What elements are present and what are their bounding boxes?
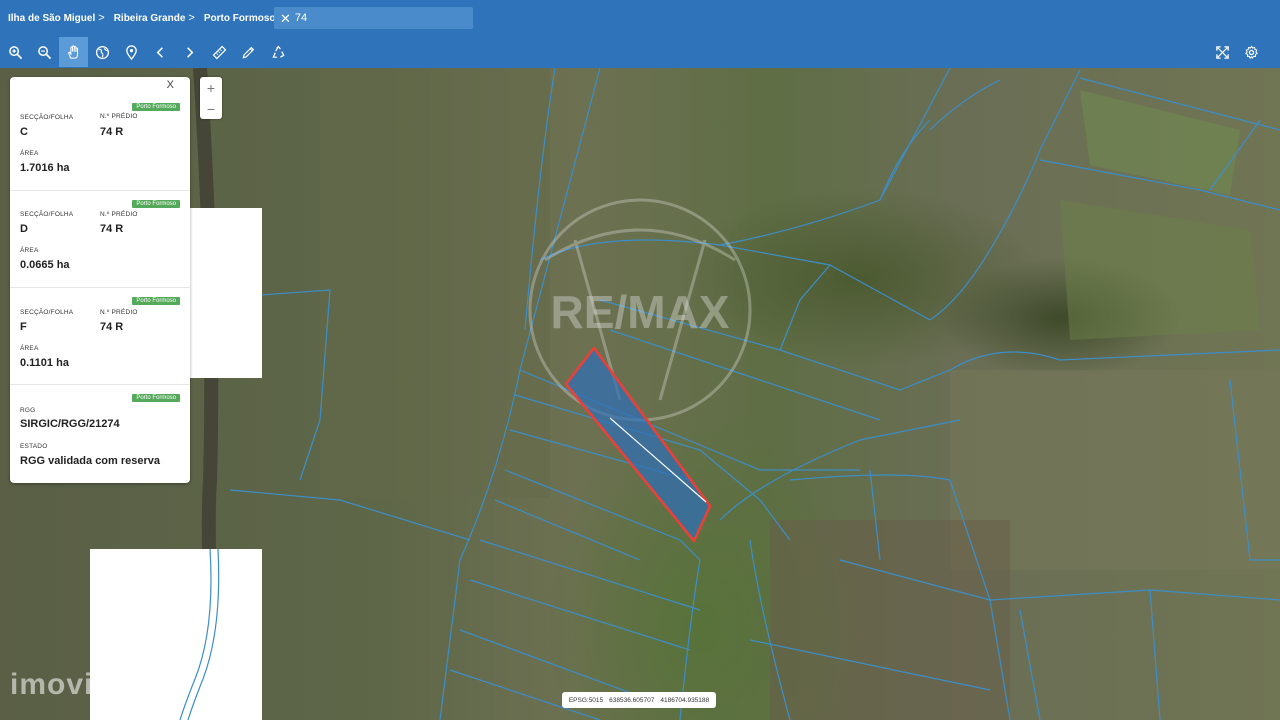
search-value: 74 — [294, 12, 308, 24]
location-pin-icon — [126, 44, 137, 60]
fullscreen-button[interactable] — [1208, 37, 1237, 67]
clear-search-icon[interactable]: ✕ — [280, 12, 291, 25]
zoom-out-icon — [38, 45, 52, 59]
map-zoom-in-button[interactable]: + — [200, 77, 222, 98]
section-label: SECÇÃO/FOLHA — [20, 309, 74, 316]
section-label: SECÇÃO/FOLHA — [20, 114, 74, 121]
epsg-code: EPSG:5015 — [568, 696, 604, 704]
predio-value: 74 R — [100, 126, 124, 138]
map-zoom-out-button[interactable]: − — [200, 98, 222, 119]
overview-map-panel — [90, 549, 262, 720]
breadcrumb: Ilha de São Miguel > Ribeira Grande > Po… — [8, 9, 294, 27]
chevron-right-icon — [187, 46, 194, 58]
remax-watermark-text: RE/MAX — [551, 286, 730, 338]
chevron-left-icon — [156, 46, 163, 58]
breadcrumb-separator: > — [188, 12, 195, 24]
section-value: C — [20, 126, 28, 138]
gear-icon — [1245, 44, 1258, 59]
selected-parcel — [564, 346, 712, 543]
area-value: 0.1101 ha — [20, 357, 69, 369]
area-value: 1.7016 ha — [20, 162, 70, 174]
zoom-in-button[interactable] — [1, 37, 30, 67]
previous-extent-button[interactable] — [146, 37, 175, 67]
location-tag: Porto Formoso — [132, 103, 180, 111]
rgg-label: RGG — [20, 407, 36, 414]
predio-label: N.º PRÉDIO — [100, 113, 138, 120]
area-label: ÁREA — [20, 150, 39, 157]
map-toolbar — [0, 37, 1280, 67]
area-label: ÁREA — [20, 247, 39, 254]
draw-button[interactable] — [234, 37, 263, 67]
estado-label: ESTADO — [20, 443, 48, 450]
zoom-control: + − — [200, 77, 222, 119]
recycle-icon — [272, 44, 285, 58]
coordinate-y: 4186704.935188 — [660, 696, 710, 704]
predio-label: N.º PRÉDIO — [100, 309, 138, 316]
section-label: SECÇÃO/FOLHA — [20, 211, 74, 218]
parcel-info-panel: X Porto Formoso SECÇÃO/FOLHA N.º PRÉDIO … — [10, 77, 190, 483]
location-tag: Porto Formoso — [132, 394, 180, 402]
parcel-card[interactable]: Porto Formoso SECÇÃO/FOLHA N.º PRÉDIO F … — [10, 288, 190, 385]
breadcrumb-island[interactable]: Ilha de São Miguel — [8, 13, 95, 24]
predio-value: 74 R — [100, 321, 124, 333]
recycle-button[interactable] — [264, 37, 293, 67]
location-tag: Porto Formoso — [132, 297, 180, 305]
imovirtual-watermark: imovi — [10, 668, 94, 701]
predio-value: 74 R — [100, 223, 124, 235]
estado-value: RGG validada com reserva — [20, 455, 161, 467]
rgg-card[interactable]: Porto Formoso RGG SIRGIC/RGG/21274 ESTAD… — [10, 385, 190, 483]
globe-icon — [95, 45, 110, 59]
search-input[interactable]: ✕ 74 — [274, 7, 473, 29]
coordinate-readout: EPSG:5015 638536.605707 4186704.935188 — [562, 692, 716, 708]
pan-button[interactable] — [59, 37, 88, 67]
section-value: D — [20, 223, 28, 235]
zoom-in-icon — [9, 45, 23, 59]
section-value: F — [20, 321, 27, 333]
predio-label: N.º PRÉDIO — [100, 211, 138, 218]
pencil-icon — [242, 46, 255, 58]
globe-button[interactable] — [88, 37, 117, 67]
rgg-value: SIRGIC/RGG/21274 — [20, 418, 120, 430]
location-button[interactable] — [117, 37, 146, 67]
area-value: 0.0665 ha — [20, 259, 70, 271]
breadcrumb-separator: > — [98, 12, 105, 24]
location-tag: Porto Formoso — [132, 200, 180, 208]
ruler-icon — [212, 45, 227, 59]
map-view[interactable]: RE/MAX + − X Porto Formoso SECÇÃO/FOLHA … — [0, 68, 1280, 720]
breadcrumb-municipality[interactable]: Ribeira Grande — [114, 13, 186, 24]
fullscreen-icon — [1216, 45, 1229, 59]
measure-button[interactable] — [205, 37, 234, 67]
next-extent-button[interactable] — [175, 37, 204, 67]
breadcrumb-parish[interactable]: Porto Formoso — [204, 13, 276, 24]
parcel-card[interactable]: Porto Formoso SECÇÃO/FOLHA N.º PRÉDIO C … — [10, 77, 190, 191]
settings-button[interactable] — [1237, 37, 1266, 67]
popup-backdrop — [190, 208, 262, 378]
pan-hand-icon — [68, 44, 79, 59]
coordinate-x: 638536.605707 — [609, 696, 655, 704]
parcel-card[interactable]: Porto Formoso SECÇÃO/FOLHA N.º PRÉDIO D … — [10, 191, 190, 288]
area-label: ÁREA — [20, 345, 39, 352]
top-bar: Ilha de São Miguel > Ribeira Grande > Po… — [0, 0, 1280, 68]
zoom-out-button[interactable] — [30, 37, 59, 67]
